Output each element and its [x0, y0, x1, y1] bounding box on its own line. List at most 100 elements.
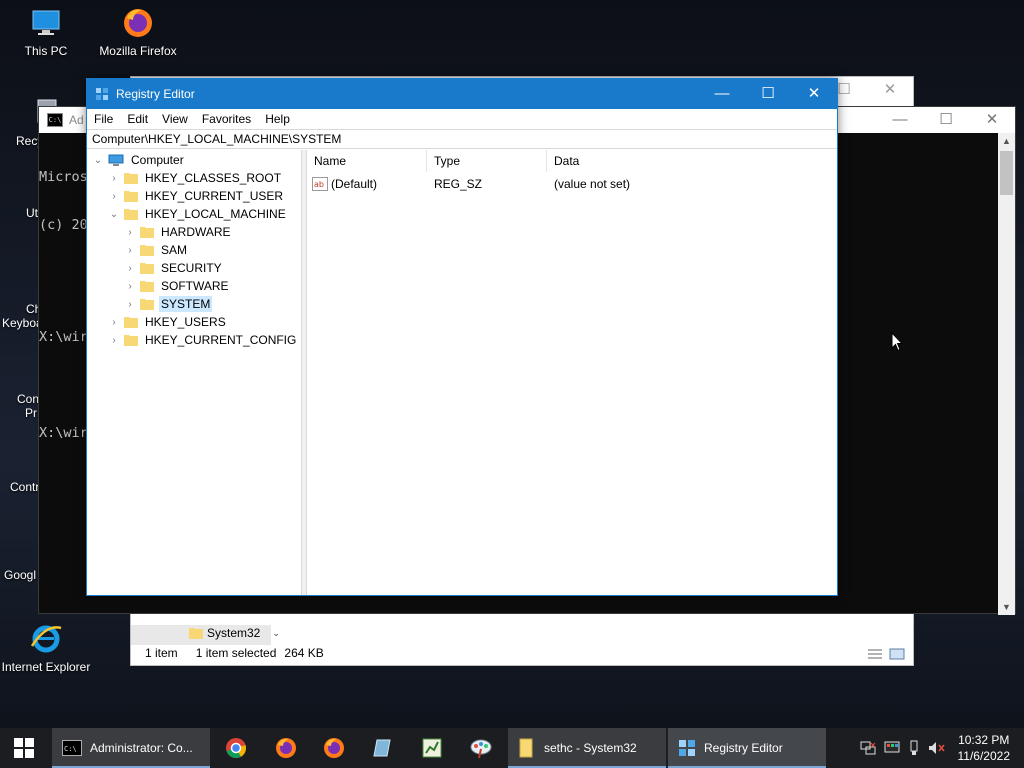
tree-node-hkey-local-machine[interactable]: ⌄ HKEY_LOCAL_MACHINE: [108, 205, 288, 223]
clock[interactable]: 10:32 PM 11/6/2022: [958, 732, 1011, 764]
values-pane[interactable]: Name Type Data ab (Default) REG_SZ (valu…: [307, 150, 837, 595]
menu-edit[interactable]: Edit: [120, 112, 155, 126]
folder-icon: [140, 227, 154, 238]
taskbar-pin-notes[interactable]: [369, 728, 397, 768]
volume-muted-icon[interactable]: [928, 741, 946, 755]
taskbar-item-file-explorer[interactable]: sethc - System32: [508, 728, 666, 768]
system-tray: 10:32 PM 11/6/2022: [860, 728, 1024, 768]
chevron-right-icon[interactable]: ›: [108, 335, 120, 346]
close-icon[interactable]: ✕: [791, 79, 837, 109]
taskbar-pin-firefox-2[interactable]: [320, 728, 348, 768]
chevron-down-icon[interactable]: ⌄: [92, 155, 104, 166]
tree-node-sam[interactable]: › SAM: [124, 241, 189, 259]
regedit-title: Registry Editor: [116, 87, 195, 101]
folder-icon: [124, 191, 138, 202]
column-header-data[interactable]: Data: [547, 150, 835, 172]
svg-text:C:\: C:\: [64, 745, 77, 753]
scroll-up-icon[interactable]: ▲: [998, 133, 1015, 149]
tree-node-hkey-current-config[interactable]: › HKEY_CURRENT_CONFIG: [108, 331, 298, 349]
chevron-right-icon[interactable]: ›: [124, 281, 136, 292]
tree-node-hardware[interactable]: › HARDWARE: [124, 223, 233, 241]
status-selected: 1 item selected: [195, 646, 277, 660]
view-toggle: [867, 648, 905, 660]
console-output[interactable]: Micros (c) 20 X:\wir X:\wir: [39, 137, 88, 473]
desktop-icon-this-pc[interactable]: This PC: [0, 6, 92, 58]
column-header-name[interactable]: Name: [307, 150, 427, 172]
folder-icon: [124, 317, 138, 328]
chevron-right-icon[interactable]: ›: [124, 227, 136, 238]
registry-editor-icon: [96, 88, 108, 100]
menu-bar: File Edit View Favorites Help: [87, 109, 837, 129]
regedit-title-buttons: — ☐ ✕: [699, 79, 837, 109]
tiles-view-icon[interactable]: [889, 648, 905, 660]
desktop-icon-internet-explorer[interactable]: Internet Explorer: [0, 622, 92, 674]
menu-favorites[interactable]: Favorites: [195, 112, 258, 126]
taskbar-pin-chrome[interactable]: [222, 728, 250, 768]
chevron-right-icon[interactable]: ›: [124, 245, 136, 256]
chrome-icon: [226, 738, 246, 759]
chevron-right-icon[interactable]: ›: [108, 317, 120, 328]
chevron-right-icon[interactable]: ›: [124, 263, 136, 274]
tree-node-security[interactable]: › SECURITY: [124, 259, 224, 277]
scroll-thumb[interactable]: [1000, 151, 1013, 195]
network-icon[interactable]: [860, 741, 876, 755]
chevron-right-icon[interactable]: ›: [108, 191, 120, 202]
registry-editor-icon: [679, 740, 695, 756]
details-view-icon[interactable]: [867, 648, 883, 660]
close-icon[interactable]: ✕: [867, 77, 913, 103]
folder-icon: [140, 299, 154, 310]
regedit-title-bar[interactable]: Registry Editor — ☐ ✕: [87, 79, 837, 109]
maximize-icon[interactable]: ☐: [923, 107, 969, 133]
registry-tree[interactable]: ⌄ Computer › HKEY_CLASSES_ROOT › HKEY_CU…: [87, 150, 302, 595]
desktop-icon-label: Mozilla Firefox: [99, 44, 177, 58]
address-bar[interactable]: Computer\HKEY_LOCAL_MACHINE\SYSTEM: [87, 129, 837, 149]
tree-node-hkey-users[interactable]: › HKEY_USERS: [108, 313, 228, 331]
nav-item-system32[interactable]: System32 ⌄: [189, 626, 280, 640]
menu-help[interactable]: Help: [258, 112, 297, 126]
tree-label: HKEY_USERS: [145, 315, 226, 329]
cmd-title-buttons: — ☐ ✕: [877, 107, 1015, 133]
taskbar-pin-firefox[interactable]: [272, 728, 300, 768]
tree-label: SECURITY: [161, 261, 222, 275]
maximize-icon[interactable]: ☐: [745, 79, 791, 109]
menu-file[interactable]: File: [87, 112, 120, 126]
column-header-type[interactable]: Type: [427, 150, 547, 172]
tree-label: SAM: [161, 243, 188, 257]
minimize-icon[interactable]: —: [699, 79, 745, 109]
menu-view[interactable]: View: [155, 112, 195, 126]
close-icon[interactable]: ✕: [969, 107, 1015, 133]
tree-node-computer[interactable]: ⌄ Computer: [92, 151, 186, 169]
usb-icon[interactable]: [908, 740, 920, 756]
console-line: X:\wir: [39, 425, 88, 441]
registry-editor-window[interactable]: Registry Editor — ☐ ✕ File Edit View Fav…: [86, 78, 838, 596]
value-row[interactable]: ab (Default): [312, 175, 377, 193]
desktop-icon-firefox[interactable]: Mozilla Firefox: [92, 6, 184, 58]
firefox-icon: [324, 738, 344, 758]
taskbar-pin-paint[interactable]: [467, 728, 495, 768]
taskbar-item-registry-editor[interactable]: Registry Editor: [668, 728, 826, 768]
internet-explorer-icon: [29, 622, 63, 656]
cmd-icon: C:\: [47, 113, 63, 127]
taskbar-pin-chart-app[interactable]: [418, 728, 446, 768]
chevron-right-icon[interactable]: ›: [124, 299, 136, 310]
console-line: (c) 20: [39, 217, 88, 233]
firefox-icon: [121, 6, 155, 40]
clock-time: 10:32 PM: [958, 733, 1010, 747]
tree-node-hkey-classes-root[interactable]: › HKEY_CLASSES_ROOT: [108, 169, 283, 187]
display-icon[interactable]: [884, 741, 900, 755]
folder-icon: [124, 335, 138, 346]
chevron-down-icon[interactable]: ⌄: [272, 628, 280, 639]
taskbar-item-command-prompt[interactable]: C:\ Administrator: Co...: [52, 728, 210, 768]
tree-node-system[interactable]: › SYSTEM: [124, 295, 213, 313]
tree-node-software[interactable]: › SOFTWARE: [124, 277, 231, 295]
svg-text:ab: ab: [314, 180, 324, 189]
tree-node-hkey-current-user[interactable]: › HKEY_CURRENT_USER: [108, 187, 285, 205]
chevron-down-icon[interactable]: ⌄: [108, 209, 120, 220]
scroll-down-icon[interactable]: ▼: [998, 599, 1015, 615]
start-button[interactable]: [0, 728, 48, 768]
chevron-right-icon[interactable]: ›: [108, 173, 120, 184]
minimize-icon[interactable]: —: [877, 107, 923, 133]
tree-label: HKEY_CURRENT_USER: [145, 189, 284, 203]
cmd-scrollbar[interactable]: ▲ ▼: [998, 133, 1015, 615]
